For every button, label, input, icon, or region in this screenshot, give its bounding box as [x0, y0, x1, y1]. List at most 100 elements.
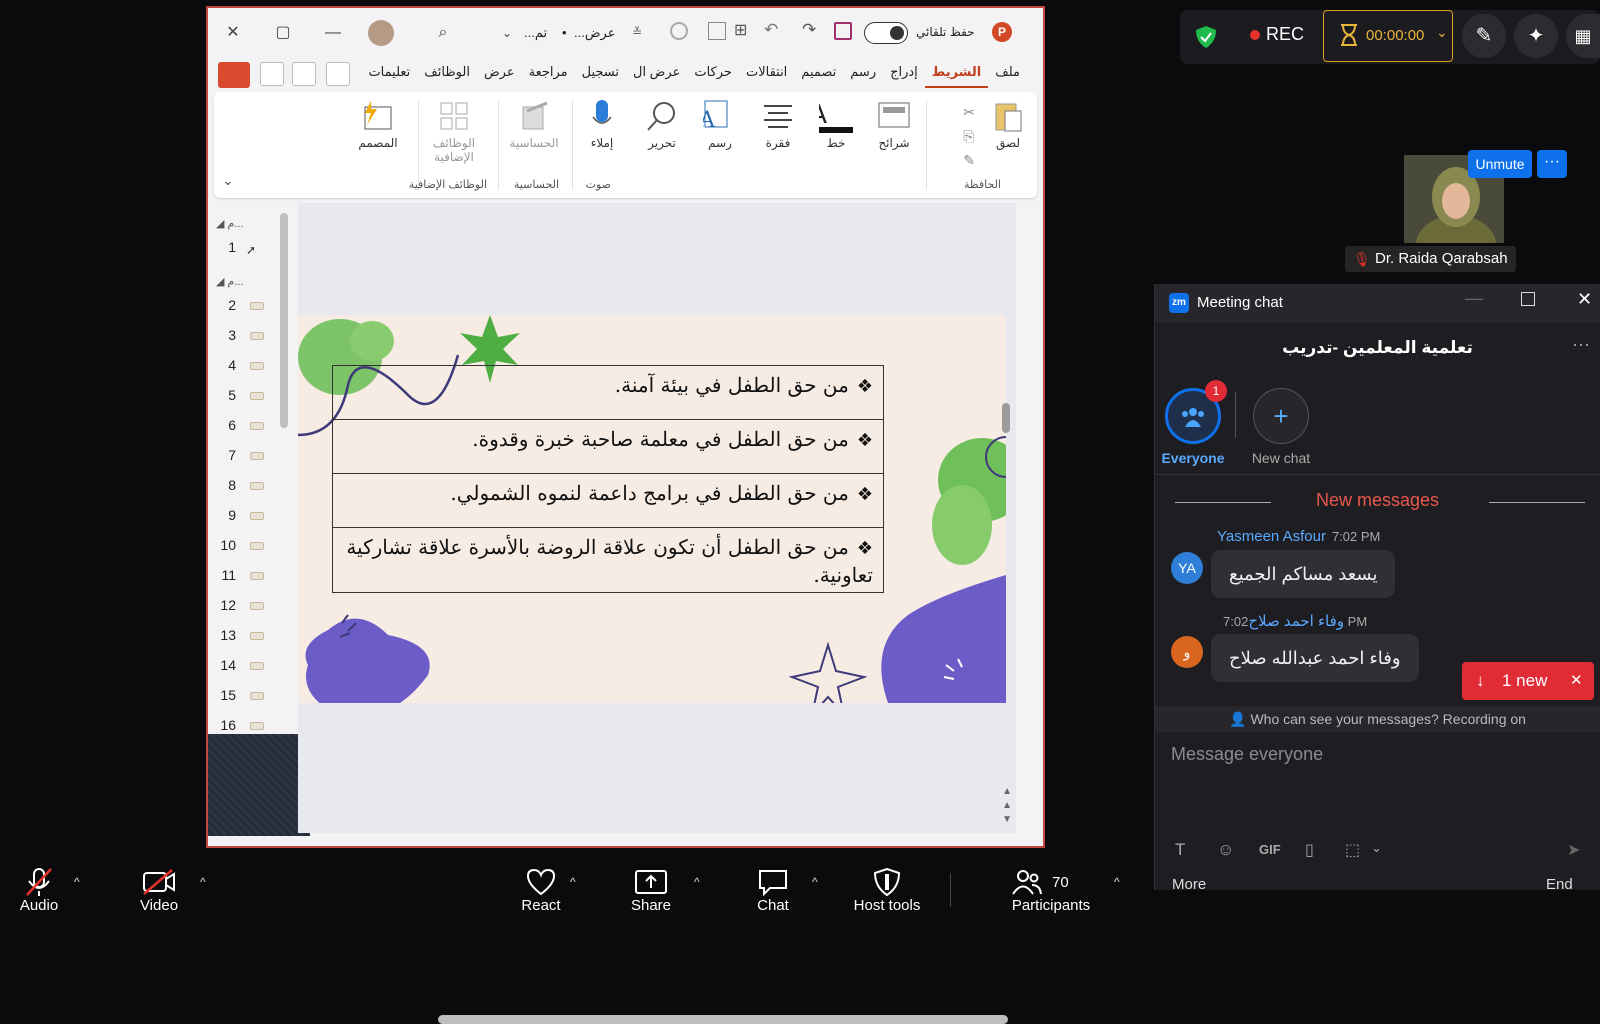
- ribbon-tab[interactable]: تصميم: [794, 64, 843, 88]
- message-sender[interactable]: وفاء احمد صلاح7:02 PM: [1217, 612, 1367, 630]
- avatar[interactable]: و: [1171, 636, 1203, 668]
- ribbon-tab[interactable]: تسجيل: [575, 64, 626, 88]
- ribbon-tab[interactable]: رسم: [843, 64, 883, 88]
- account-avatar[interactable]: [368, 20, 394, 46]
- end-button[interactable]: End: [1546, 876, 1573, 893]
- slide-thumbnail[interactable]: 15: [216, 687, 286, 707]
- edit-button[interactable]: تحرير: [635, 98, 689, 150]
- message-sender[interactable]: Yasmeen Asfour 7:02 PM: [1217, 528, 1380, 545]
- chevron-down-icon[interactable]: ⌄: [1371, 840, 1382, 856]
- message-bubble[interactable]: يسعد مساكم الجميع: [1211, 550, 1396, 598]
- comments-icon[interactable]: [260, 62, 284, 86]
- collapse-ribbon-icon[interactable]: ⌄: [222, 172, 234, 189]
- customize-qat-icon[interactable]: ≚: [632, 25, 642, 39]
- camera-icon[interactable]: [292, 62, 316, 86]
- vertical-scrollbar[interactable]: [1002, 403, 1010, 433]
- view-button[interactable]: ▦: [1566, 14, 1600, 58]
- scroll-arrows-icon[interactable]: ▲ ▲ ▼: [1002, 785, 1012, 827]
- new-message-pill[interactable]: ↓ 1 new ✕: [1462, 662, 1594, 700]
- audio-options-caret[interactable]: ^: [74, 875, 80, 889]
- search-icon[interactable]: ⌕: [432, 22, 454, 44]
- slide-thumbnail[interactable]: 12: [216, 597, 286, 617]
- close-pill-icon[interactable]: ✕: [1570, 662, 1583, 700]
- slide-thumbnail[interactable]: 6: [216, 417, 286, 437]
- gif-button[interactable]: GIF: [1259, 842, 1281, 857]
- slide-thumbnail[interactable]: 4: [216, 357, 286, 377]
- video-button[interactable]: Video: [134, 867, 184, 914]
- avatar[interactable]: YA: [1171, 552, 1203, 584]
- minimize-window-button[interactable]: —: [322, 22, 344, 44]
- share-options-caret[interactable]: ^: [694, 875, 700, 889]
- ribbon-tab[interactable]: عرض: [477, 64, 522, 88]
- present-icon[interactable]: ⊞: [734, 20, 747, 40]
- horizontal-scrollbar[interactable]: [438, 1015, 1008, 1024]
- react-button[interactable]: React: [516, 867, 566, 914]
- slide-thumbnail[interactable]: 3: [216, 327, 286, 347]
- close-chat-button[interactable]: ✕: [1577, 289, 1592, 310]
- format-text-icon[interactable]: T: [1175, 840, 1185, 860]
- share-button[interactable]: Share: [626, 867, 676, 914]
- slides-button[interactable]: شرائح: [867, 98, 921, 150]
- message-bubble[interactable]: وفاء احمد عبدالله صلاح: [1211, 634, 1419, 682]
- chat-options-caret[interactable]: ^: [812, 875, 818, 889]
- react-options-caret[interactable]: ^: [570, 875, 576, 889]
- record-icon[interactable]: [670, 22, 688, 40]
- chat-options-icon[interactable]: ···: [1572, 334, 1590, 355]
- more-button[interactable]: More: [1172, 876, 1206, 893]
- font-button[interactable]: A خط: [809, 98, 863, 150]
- section-header-2[interactable]: ◢ م...: [216, 275, 244, 288]
- ribbon-tab[interactable]: عرض ال: [626, 64, 687, 88]
- file-icon[interactable]: ▯: [1305, 840, 1314, 860]
- security-shield-icon[interactable]: [1196, 26, 1216, 48]
- draw-button[interactable]: A رسم: [693, 98, 747, 150]
- share-ppt-button[interactable]: [218, 62, 250, 88]
- ribbon-tab[interactable]: الوظائف: [417, 64, 477, 88]
- message-input[interactable]: Message everyone: [1165, 736, 1585, 772]
- shape-icon[interactable]: [708, 22, 726, 40]
- minimize-chat-button[interactable]: —: [1465, 288, 1483, 309]
- thumbnails-scrollbar[interactable]: [280, 213, 288, 428]
- slide[interactable]: ❖ من حق الطفل في بيئة آمنة. ❖ من حق الطفل ف…: [298, 315, 1006, 703]
- slide-table-row[interactable]: ❖من حق الطفل أن تكون علاقة الروضة بالأسر…: [333, 528, 883, 592]
- maximize-window-button[interactable]: ▢: [272, 22, 294, 44]
- slide-thumbnail[interactable]: 13: [216, 627, 286, 647]
- slide-thumbnail[interactable]: 8: [216, 477, 286, 497]
- save-icon[interactable]: [834, 22, 852, 40]
- close-window-button[interactable]: ✕: [222, 22, 244, 44]
- everyone-tab[interactable]: 1 Everyone: [1161, 380, 1227, 466]
- addins-button[interactable]: الوظائف الإضافية: [427, 98, 481, 164]
- audio-button[interactable]: Audio: [14, 867, 64, 914]
- new-chat-tab[interactable]: + New chat: [1241, 388, 1321, 466]
- redo-icon[interactable]: ↷: [802, 20, 816, 40]
- emoji-icon[interactable]: ☺: [1217, 840, 1234, 860]
- recording-indicator[interactable]: REC: [1250, 24, 1304, 45]
- ribbon-tab[interactable]: انتقالات: [739, 64, 794, 88]
- unmute-button[interactable]: Unmute: [1468, 150, 1532, 178]
- ribbon-tab[interactable]: تعليمات: [361, 64, 417, 88]
- timer-control[interactable]: 00:00:00 ⌄: [1323, 10, 1453, 62]
- slide-thumbnail[interactable]: 7: [216, 447, 286, 467]
- popout-chat-button[interactable]: [1521, 292, 1535, 306]
- slide-table-row[interactable]: ❖ من حق الطفل في برامج داعمة لنموه الشمول…: [333, 474, 883, 528]
- record-ppt-icon[interactable]: [326, 62, 350, 86]
- sensitivity-button[interactable]: الحساسية: [507, 98, 561, 150]
- slide-thumbnail[interactable]: 5: [216, 387, 286, 407]
- paragraph-button[interactable]: فقرة: [751, 98, 805, 150]
- doc-title[interactable]: عرض...: [574, 25, 615, 41]
- video-more-button[interactable]: ···: [1537, 150, 1567, 178]
- slide-table-row[interactable]: ❖ من حق الطفل في بيئة آمنة.: [333, 366, 883, 420]
- privacy-notice[interactable]: 👤 Who can see your messages? Recording on: [1155, 706, 1600, 732]
- dictate-button[interactable]: إملاء: [575, 98, 629, 150]
- ribbon-tab[interactable]: الشريط: [924, 64, 989, 88]
- participants-button[interactable]: 70 Participants: [1004, 867, 1098, 914]
- slide-thumbnail[interactable]: 2: [216, 297, 286, 317]
- section-header-1[interactable]: ◢ م...: [216, 217, 244, 230]
- chat-button[interactable]: Chat: [748, 867, 798, 914]
- paste-button[interactable]: لصق: [981, 98, 1035, 150]
- host-tools-button[interactable]: Host tools: [842, 867, 932, 914]
- ribbon-tab[interactable]: إدراج: [883, 64, 925, 88]
- send-icon[interactable]: ➤: [1567, 840, 1580, 860]
- slide-table-row[interactable]: ❖ من حق الطفل في معلمة صاحبة خبرة وقدوة.: [333, 420, 883, 474]
- ribbon-tab[interactable]: مراجعة: [522, 64, 575, 88]
- slide-thumbnail[interactable]: 11: [216, 567, 286, 587]
